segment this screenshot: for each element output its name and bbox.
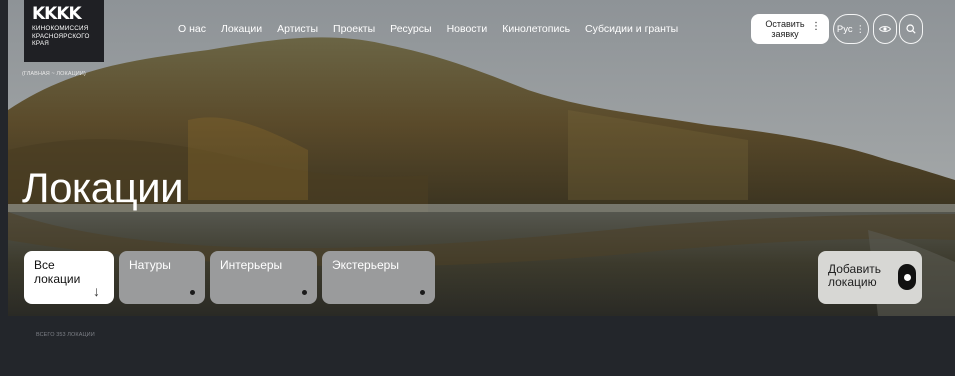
category-label: Интерьеры [220, 258, 283, 272]
more-vertical-icon: ⋮ [855, 23, 866, 35]
category-label: Натуры [129, 258, 171, 272]
leave-request-button[interactable]: Оставить заявку ⋮ [751, 14, 829, 44]
add-location-button[interactable]: Добавить локацию [818, 251, 922, 304]
breadcrumb[interactable]: (Главная ~ Локации) [22, 71, 86, 77]
nav-item-chronicle[interactable]: Кинолетопись [502, 23, 570, 35]
nav-item-artists[interactable]: Артисты [277, 23, 318, 35]
arrow-down-icon: ↓ [93, 283, 100, 299]
search-button[interactable] [899, 14, 923, 44]
nav-item-locations[interactable]: Локации [221, 23, 262, 35]
logo-mark: KKKK [32, 4, 82, 24]
category-label: Все локации [34, 258, 81, 286]
nav-item-projects[interactable]: Проекты [333, 23, 375, 35]
page: KKKK Кинокомиссия Красноярского края О н… [0, 0, 955, 376]
eye-icon [879, 26, 891, 32]
page-title: Локации [22, 164, 184, 211]
add-location-label: Добавить локацию [828, 262, 882, 289]
logo[interactable]: KKKK Кинокомиссия Красноярского края [24, 0, 104, 62]
language-label: Рус [836, 23, 853, 35]
nav-item-grants[interactable]: Субсидии и гранты [585, 23, 678, 35]
category-interiors[interactable]: Интерьеры [210, 251, 317, 304]
category-label: Экстерьеры [332, 258, 399, 272]
leave-request-label: Оставить заявку [765, 19, 805, 39]
category-all-locations[interactable]: Все локации ↓ [24, 251, 114, 304]
total-locations-count: Всего 353 локации [36, 332, 95, 338]
logo-name: Кинокомиссия Красноярского края [32, 25, 90, 47]
language-switcher[interactable]: Рус ⋮ [833, 14, 869, 44]
main-nav: О нас Локации Артисты Проекты Ресурсы Но… [178, 23, 693, 35]
dot-icon [420, 290, 425, 295]
add-location-icon [898, 264, 916, 290]
category-natural[interactable]: Натуры [119, 251, 205, 304]
dot-icon [190, 290, 195, 295]
accessibility-button[interactable] [873, 14, 897, 44]
category-exteriors[interactable]: Экстерьеры [322, 251, 435, 304]
search-icon [906, 24, 916, 34]
dot-icon [302, 290, 307, 295]
more-vertical-icon: ⋮ [811, 21, 821, 32]
nav-item-news[interactable]: Новости [447, 23, 488, 35]
nav-item-resources[interactable]: Ресурсы [390, 23, 431, 35]
nav-item-about[interactable]: О нас [178, 23, 206, 35]
